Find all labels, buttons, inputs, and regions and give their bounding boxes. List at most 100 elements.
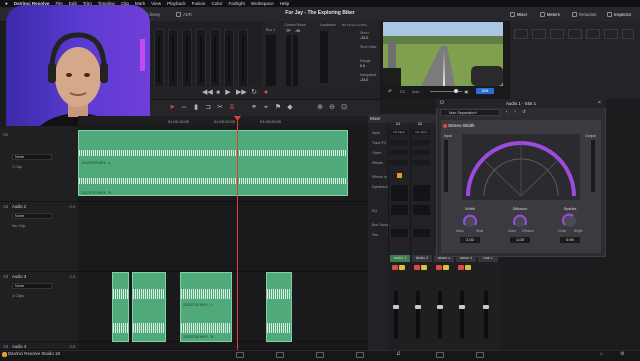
audio-clip[interactable]: 20220703 MP4 - L 20220703 MP4 - R <box>180 272 232 342</box>
effect-tile[interactable] <box>604 29 618 39</box>
track-fx-slot[interactable] <box>412 140 430 145</box>
track-header-a2[interactable]: A2 Audio 2 2.0 None No Clip <box>0 202 78 272</box>
pan-control[interactable] <box>413 229 430 237</box>
track-lane-a4[interactable] <box>78 342 368 350</box>
order-slot[interactable] <box>412 150 430 155</box>
fader-knob[interactable] <box>437 305 443 309</box>
media-page-icon[interactable] <box>236 352 244 358</box>
knob-value[interactable]: 1.00 <box>510 237 530 243</box>
knob-value[interactable]: 0.90 <box>560 237 580 243</box>
track-input-select[interactable]: None <box>12 154 52 160</box>
channel-fader[interactable] <box>394 291 398 339</box>
channel-fader[interactable] <box>484 291 488 339</box>
eq-graph[interactable] <box>413 205 430 215</box>
loop-icon[interactable]: ↻ <box>250 89 258 97</box>
monitor-icon[interactable]: ▭ <box>400 89 405 95</box>
dynamics-graph[interactable] <box>391 185 408 201</box>
channel-fader[interactable] <box>438 291 442 339</box>
fader-knob[interactable] <box>393 305 399 309</box>
menu-fusion[interactable]: Fusion <box>192 1 206 6</box>
track-fx-slot[interactable] <box>390 140 408 145</box>
menu-view[interactable]: View <box>151 1 161 6</box>
channel-fader[interactable] <box>460 291 464 339</box>
diffusion-knob[interactable] <box>512 213 528 229</box>
trim-tool-icon[interactable]: ⊐ <box>204 104 212 112</box>
marker-icon[interactable]: ◆ <box>286 104 294 112</box>
order-slot[interactable] <box>390 150 408 155</box>
fast-forward-icon[interactable]: ▶▶ <box>236 89 247 97</box>
channel-fader[interactable] <box>416 291 420 339</box>
flag-icon[interactable]: ⚑ <box>274 104 282 112</box>
link-icon[interactable]: ⚭ <box>250 104 258 112</box>
sparkle-knob[interactable] <box>562 213 578 229</box>
zoom-out-icon[interactable]: ⊖ <box>328 104 336 112</box>
inspector-button[interactable]: Inspector <box>607 10 631 18</box>
home-icon[interactable]: ⌂ <box>600 351 603 357</box>
solo-button[interactable] <box>399 265 405 270</box>
menu-playback[interactable]: Playback <box>167 1 186 6</box>
track-input-select[interactable]: None <box>12 283 52 289</box>
audio-clip[interactable]: 20220703 MP4 - L 20220703 MP4 - R <box>78 130 348 196</box>
meters-button[interactable]: Meters <box>540 10 560 18</box>
solo-button[interactable] <box>421 265 427 270</box>
effects-slot[interactable] <box>412 160 430 165</box>
track-lane-a2[interactable] <box>78 202 368 272</box>
dynamics-graph[interactable] <box>413 185 430 201</box>
record-arm-button[interactable] <box>458 265 464 270</box>
record-arm-button[interactable] <box>414 265 420 270</box>
close-icon[interactable]: × <box>598 100 601 106</box>
fairlight-page-icon[interactable]: ♫ <box>396 351 401 357</box>
razor-tool-icon[interactable]: ✂ <box>216 104 224 112</box>
cut-page-icon[interactable] <box>276 352 284 358</box>
effects-in-toggle[interactable] <box>397 173 402 178</box>
track-lane-a3[interactable]: 20220703 MP4 - L 20220703 MP4 - R <box>78 272 368 342</box>
settings-gear-icon[interactable]: ⚙ <box>620 351 624 357</box>
track-header-a1[interactable]: A1 None 1 Clip <box>0 130 78 202</box>
speaker-icon[interactable]: ◀) <box>464 89 468 94</box>
track-input-select[interactable]: None <box>12 213 52 219</box>
preset-prev-icon[interactable]: ‹ <box>506 109 508 115</box>
preset-next-icon[interactable]: › <box>514 109 516 115</box>
menu-color[interactable]: Color <box>211 1 222 6</box>
snap-icon[interactable]: ⧖ <box>228 104 236 112</box>
playhead[interactable] <box>237 116 238 350</box>
auto-label[interactable]: Auto <box>412 90 419 94</box>
adr-button[interactable]: ADR <box>176 10 192 18</box>
record-arm-button[interactable] <box>436 265 442 270</box>
pan-control[interactable] <box>391 229 408 237</box>
rewind-icon[interactable]: ◀◀ <box>202 89 213 97</box>
effect-tile[interactable] <box>550 29 564 39</box>
track-header-a3[interactable]: A3 Audio 3 2.0 None 4 Clips <box>0 272 78 342</box>
track-lane-a1[interactable]: 20220703 MP4 - L 20220703 MP4 - R <box>78 126 368 202</box>
edit-page-icon[interactable] <box>316 352 324 358</box>
track-header-a4[interactable]: A4 Audio 4 2.0 <box>0 342 78 350</box>
audio-clip[interactable] <box>132 272 166 342</box>
range-tool-icon[interactable]: ⇔ <box>180 104 188 112</box>
effect-tile[interactable] <box>532 29 546 39</box>
fader-knob[interactable] <box>483 305 489 309</box>
deliver-page-icon[interactable] <box>476 352 484 358</box>
menu-help[interactable]: Help <box>280 1 289 6</box>
effect-tile[interactable] <box>622 29 634 39</box>
zoom-in-icon[interactable]: ⊕ <box>316 104 324 112</box>
zoom-fit-icon[interactable]: ⊡ <box>340 104 348 112</box>
volume-slider-handle[interactable] <box>454 89 458 93</box>
solo-button[interactable] <box>443 265 449 270</box>
video-viewer[interactable] <box>383 22 503 86</box>
record-icon[interactable]: ● <box>262 89 270 97</box>
fader-knob[interactable] <box>459 305 465 309</box>
mixer-button[interactable]: Mixer <box>510 10 527 18</box>
module-enable-icon[interactable] <box>443 124 447 128</box>
timeline-tracks[interactable]: 20220703 MP4 - L 20220703 MP4 - R 202207… <box>78 126 368 350</box>
effect-tile[interactable] <box>514 29 528 39</box>
dim-button[interactable]: DIM <box>476 88 494 94</box>
apple-icon[interactable]: ● <box>5 1 8 6</box>
audio-clip[interactable] <box>112 272 129 342</box>
record-arm-button[interactable] <box>392 265 398 270</box>
effect-tile[interactable] <box>568 29 582 39</box>
effects-slot[interactable] <box>390 160 408 165</box>
knob-value[interactable]: 2.00 <box>460 237 480 243</box>
stop-icon[interactable]: ■ <box>214 89 222 97</box>
bypass-icon[interactable]: ⏻ <box>440 100 444 106</box>
preset-select[interactable]: Max Separation* <box>440 109 500 116</box>
